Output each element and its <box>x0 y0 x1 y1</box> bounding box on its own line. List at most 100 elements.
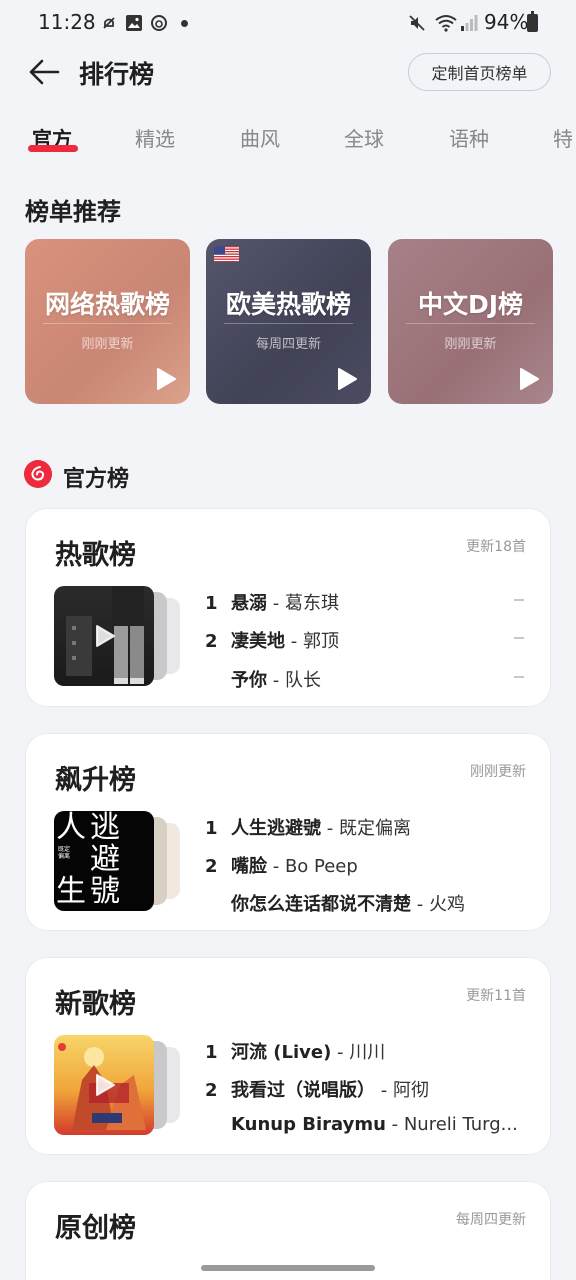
recommend-card-network-hot[interactable]: 网络热歌榜 刚刚更新 <box>25 239 190 404</box>
song-title: 你怎么连话都说不清楚 <box>231 894 411 915</box>
song-rank: 2 <box>205 631 218 652</box>
gallery-icon <box>126 15 142 31</box>
wifi-icon <box>435 15 457 32</box>
song-artist: - 葛东琪 <box>267 593 339 614</box>
cover-text: 逃 <box>90 811 120 845</box>
chart-song-item[interactable]: 2 我看过（说唱版） - 阿彻 <box>205 1076 429 1102</box>
song-rank: 1 <box>205 1042 218 1063</box>
chart-card-new-songs[interactable]: 新歌榜 更新11首 1 河流 (Live) - 川川 2 我看过（说唱版） - 阿彻… <box>25 957 551 1155</box>
status-time: 11:28 <box>38 10 96 34</box>
song-artist: - Bo Peep <box>267 856 358 877</box>
play-icon[interactable] <box>94 1073 116 1097</box>
song-rank: 2 <box>205 1080 218 1101</box>
page-title: 排行榜 <box>79 60 155 89</box>
chart-cover-stack[interactable]: 人 逃 避 生 號 既定偏离 <box>54 811 184 911</box>
song-title: 嘴脸 <box>231 856 267 877</box>
chart-cover-image: 人 逃 避 生 號 既定偏离 <box>54 811 154 911</box>
chart-song-item[interactable]: 2 凄美地 - 郭顶 <box>205 627 339 653</box>
play-icon[interactable] <box>336 367 358 391</box>
song-artist: - Nureli Turg... <box>385 1114 518 1135</box>
cover-text: 生 <box>56 874 86 909</box>
tab-special[interactable]: 特 <box>553 123 573 152</box>
netease-logo-icon <box>24 460 52 488</box>
recommend-card-name: 网络热歌榜 <box>44 290 170 319</box>
rank-unchanged-indicator <box>514 676 524 678</box>
recommend-card-update: 每周四更新 <box>255 337 321 352</box>
chart-name: 原创榜 <box>55 1213 136 1244</box>
rank-unchanged-indicator <box>514 599 524 601</box>
chart-song-item[interactable]: 予你 - 队长 <box>205 666 321 692</box>
official-section-title: 官方榜 <box>63 467 130 492</box>
chart-cover-stack[interactable] <box>54 1035 184 1135</box>
song-title: 悬溺 <box>231 593 267 614</box>
battery-icon <box>527 11 538 32</box>
cover-text: 避 <box>90 842 120 877</box>
chart-card-hot-songs[interactable]: 热歌榜 更新18首 1 悬溺 - 葛东琪 2 凄美地 - 郭顶 予你 - 队长 <box>25 508 551 707</box>
song-title: 河流 (Live) <box>231 1042 332 1063</box>
battery-percent: 94% <box>484 10 529 34</box>
divider <box>43 323 172 324</box>
song-title: 予你 <box>231 670 267 691</box>
chart-update-status: 更新18首 <box>466 539 526 555</box>
song-artist: - 川川 <box>331 1042 386 1063</box>
song-title: 凄美地 <box>231 631 285 652</box>
play-icon[interactable] <box>518 367 540 391</box>
chart-cover-image <box>54 586 154 686</box>
chart-update-status: 刚刚更新 <box>470 764 526 780</box>
chart-update-status: 每周四更新 <box>456 1212 526 1228</box>
signal-icon <box>461 15 478 31</box>
chart-song-item[interactable]: Kunup Biraymu - Nureli Turg... <box>205 1114 518 1135</box>
divider <box>224 323 353 324</box>
tab-selected[interactable]: 精选 <box>135 123 175 152</box>
song-artist: - 火鸡 <box>411 894 465 915</box>
play-icon[interactable] <box>94 624 116 648</box>
chart-song-item[interactable]: 2 嘴脸 - Bo Peep <box>205 852 358 878</box>
tab-global[interactable]: 全球 <box>344 123 384 152</box>
song-rank: 2 <box>205 856 218 877</box>
chart-name: 飙升榜 <box>55 765 136 796</box>
chart-song-item[interactable]: 1 河流 (Live) - 川川 <box>205 1038 385 1064</box>
rank-unchanged-indicator <box>514 637 524 639</box>
song-artist: - 队长 <box>267 670 321 691</box>
home-indicator[interactable] <box>201 1265 375 1271</box>
notification-dot <box>181 20 188 27</box>
cover-text: 號 <box>90 874 120 909</box>
divider <box>406 323 535 324</box>
chart-name: 热歌榜 <box>55 540 136 571</box>
chart-update-status: 更新11首 <box>466 988 526 1004</box>
song-title: Kunup Biraymu <box>231 1114 386 1135</box>
mute-icon <box>409 15 425 31</box>
us-flag-icon <box>214 246 239 262</box>
chart-cover-stack[interactable] <box>54 586 184 686</box>
song-artist: - 郭顶 <box>285 631 339 652</box>
recommend-card-western-hot[interactable]: 欧美热歌榜 每周四更新 <box>206 239 371 404</box>
recommend-card-name: 欧美热歌榜 <box>225 290 351 319</box>
chart-song-item[interactable]: 1 悬溺 - 葛东琪 <box>205 589 339 615</box>
recommend-card-update: 刚刚更新 <box>444 337 497 352</box>
song-title: 人生逃避號 <box>231 818 321 839</box>
chart-song-item[interactable]: 你怎么连话都说不清楚 - 火鸡 <box>205 890 465 916</box>
song-rank: 1 <box>205 818 218 839</box>
recommend-section-title: 榜单推荐 <box>25 198 121 226</box>
recommend-card-chinese-dj[interactable]: 中文DJ榜 刚刚更新 <box>388 239 553 404</box>
chart-name: 新歌榜 <box>55 989 136 1020</box>
silent-notification-icon <box>103 17 115 29</box>
play-icon[interactable] <box>155 367 177 391</box>
tab-genre[interactable]: 曲风 <box>240 123 280 152</box>
tab-language[interactable]: 语种 <box>449 123 489 152</box>
customize-home-charts-button[interactable]: 定制首页榜单 <box>408 53 551 91</box>
chart-cover-image <box>54 1035 154 1135</box>
tab-active-indicator <box>28 145 78 152</box>
song-artist: - 既定偏离 <box>321 818 411 839</box>
back-arrow-icon[interactable] <box>28 58 60 86</box>
chart-card-rising[interactable]: 飙升榜 刚刚更新 人 逃 避 生 號 既定偏离 1 人生逃避號 - 既定偏离 2嘴… <box>25 733 551 931</box>
chart-song-item[interactable]: 1 人生逃避號 - 既定偏离 <box>205 814 411 840</box>
song-rank: 1 <box>205 593 218 614</box>
status-bar: 11:28 94% <box>0 0 576 46</box>
recommend-card-name: 中文DJ榜 <box>417 290 524 319</box>
song-title: 我看过（说唱版） <box>231 1080 375 1101</box>
recommend-card-update: 刚刚更新 <box>81 337 134 352</box>
cover-artist-text: 既定偏离 <box>58 846 71 860</box>
cover-text: 人 <box>56 811 86 845</box>
netease-music-icon <box>151 15 167 31</box>
